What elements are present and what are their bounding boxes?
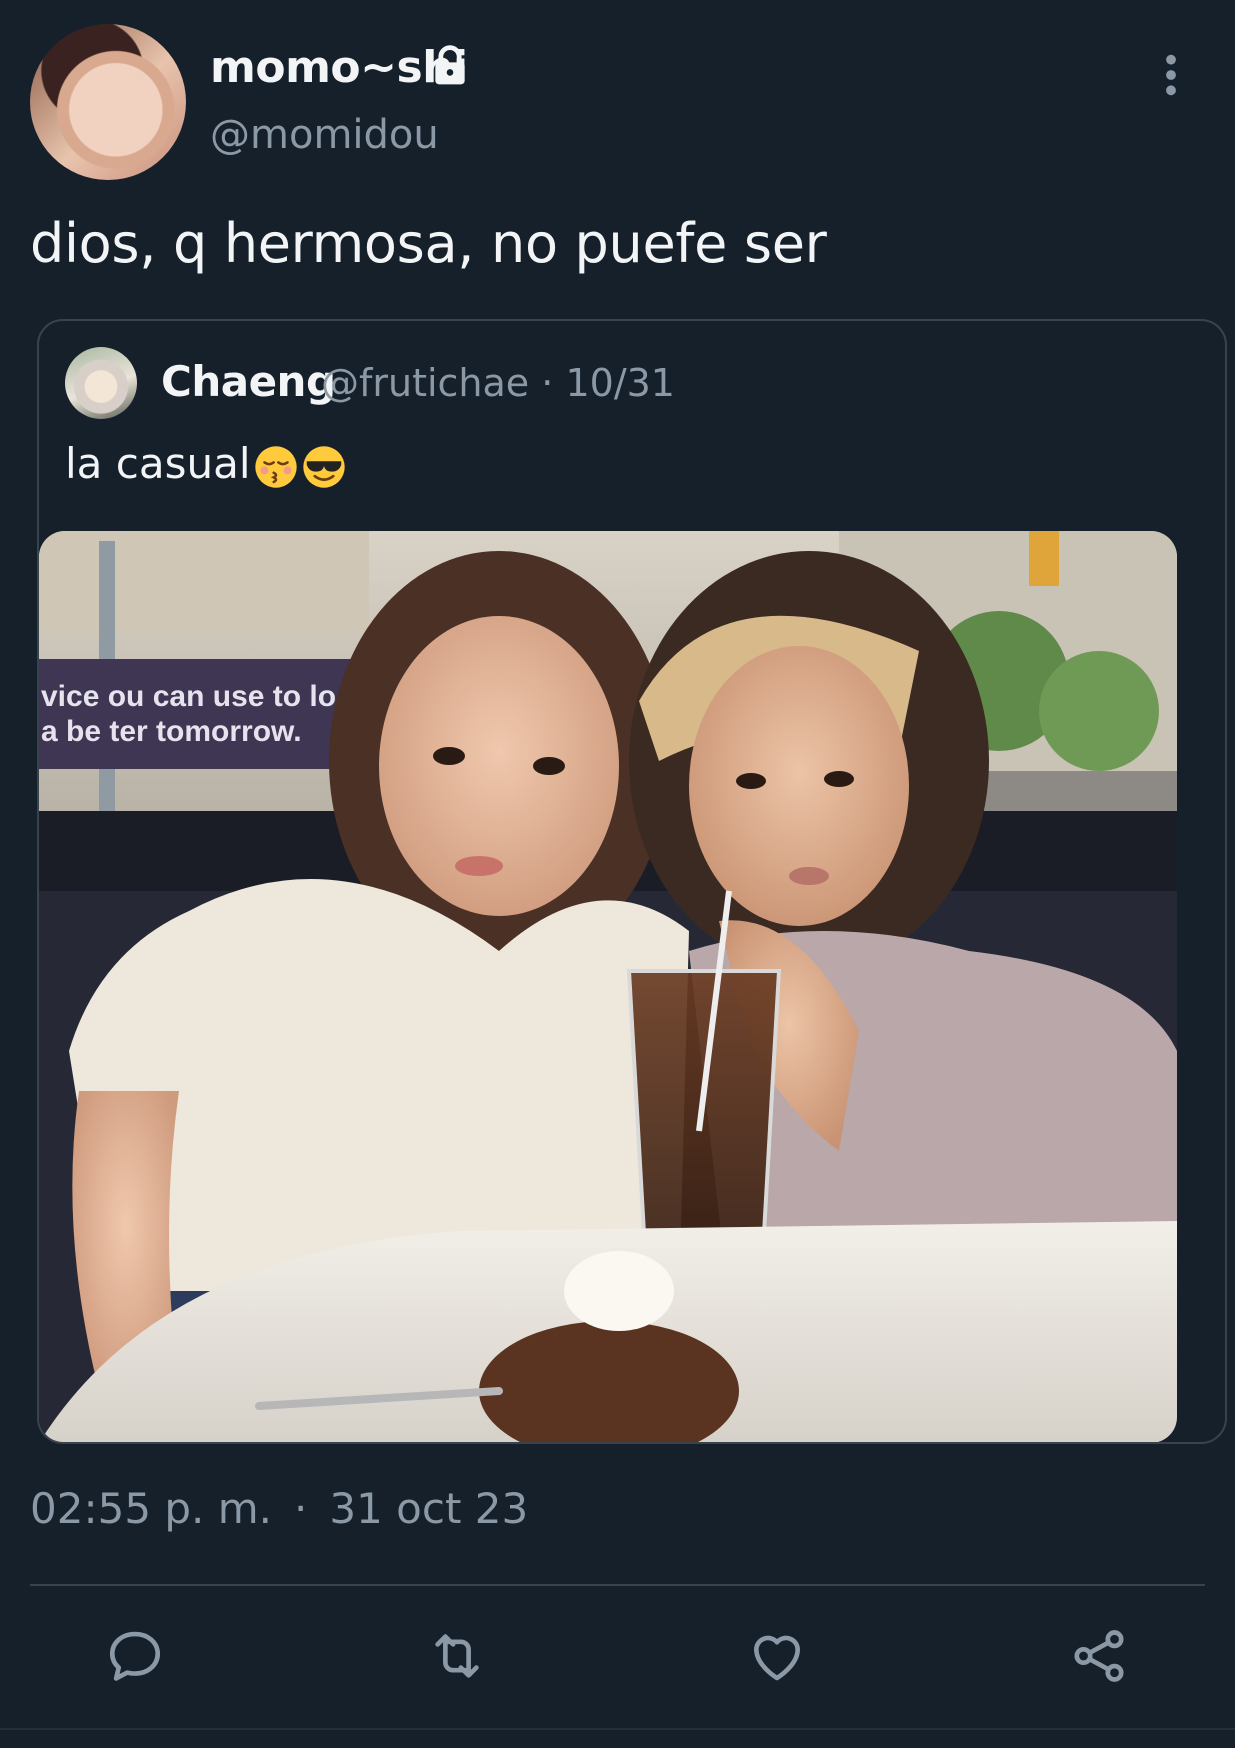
quoted-meta: @frutichae · 10/31 — [321, 361, 675, 405]
sunglasses-face-icon — [302, 445, 345, 488]
share-button[interactable] — [1068, 1625, 1130, 1687]
share-icon — [1074, 1630, 1124, 1682]
like-button[interactable] — [746, 1625, 808, 1687]
kissing-face-closed-eyes-icon — [254, 445, 297, 488]
like-icon — [754, 1635, 800, 1681]
tweet-detail-screen: momo~shi @momidou dios, q hermosa, no pu… — [0, 0, 1235, 1748]
author-handle[interactable]: @momidou — [210, 112, 439, 158]
tweet-timestamp[interactable]: 02:55 p. m. · 31 oct 23 — [30, 1484, 528, 1533]
lock-icon — [435, 45, 465, 85]
quoted-tweet-text: la casual — [65, 439, 347, 490]
reply-button[interactable] — [104, 1625, 166, 1687]
quoted-photo[interactable]: vice ou can use to lo a be ter tomorrow. — [39, 531, 1177, 1443]
tweet-text: dios, q hermosa, no puefe ser — [30, 212, 827, 275]
quoted-text-content: la casual — [65, 439, 251, 488]
quoted-author-handle: @frutichae — [321, 361, 530, 405]
reply-icon — [109, 1631, 161, 1681]
divider — [30, 1584, 1205, 1586]
bottom-divider — [0, 1728, 1235, 1748]
quoted-date: 10/31 — [565, 361, 675, 405]
quoted-author-avatar[interactable] — [65, 347, 137, 419]
author-avatar[interactable] — [30, 24, 186, 180]
quoted-separator: · — [541, 361, 554, 405]
more-options-icon[interactable] — [1160, 52, 1182, 98]
photo-sign-text-line2: a be ter tomorrow. — [41, 715, 302, 748]
photo-sign-text-line1: vice ou can use to lo — [41, 680, 336, 713]
timestamp-separator: · — [294, 1484, 308, 1533]
quoted-author-display-name: Chaeng — [161, 357, 336, 406]
quoted-tweet-card[interactable]: Chaeng @frutichae · 10/31 la casual vice… — [37, 319, 1227, 1444]
tweet-time: 02:55 p. m. — [30, 1484, 273, 1533]
tweet-date: 31 oct 23 — [329, 1484, 529, 1533]
retweet-button[interactable] — [426, 1625, 488, 1687]
retweet-icon — [435, 1634, 479, 1678]
